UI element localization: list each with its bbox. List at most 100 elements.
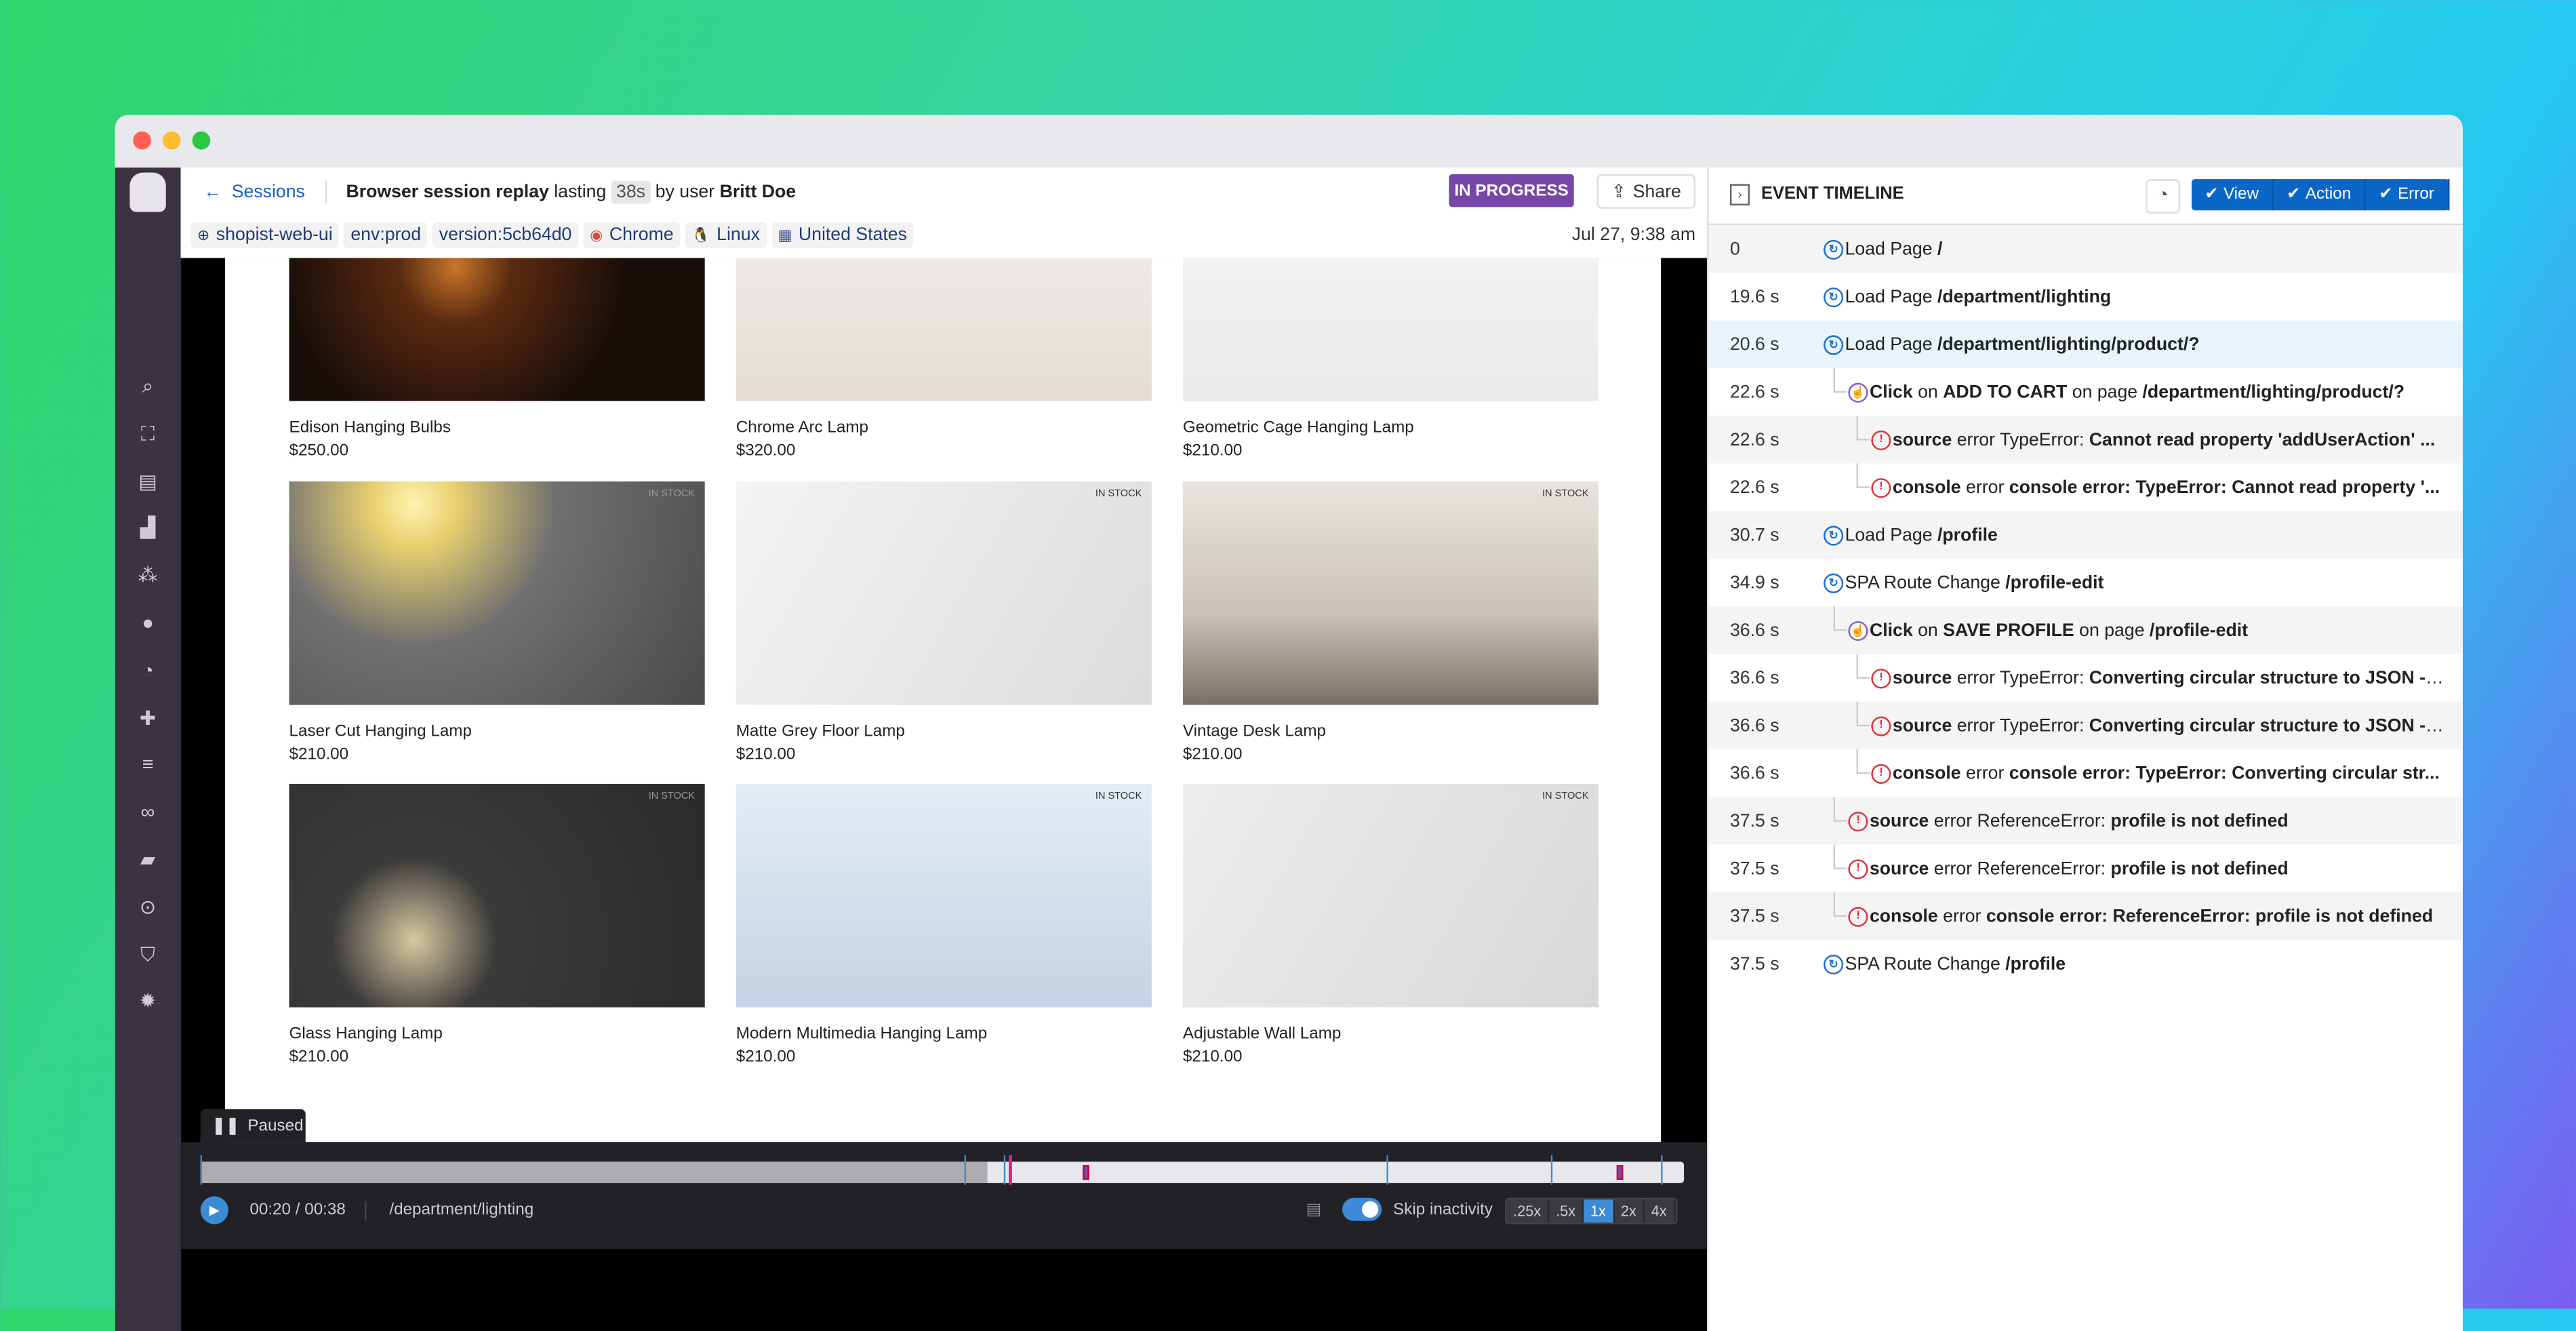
security-icon[interactable]: ⛉ xyxy=(135,941,161,968)
filter-label: Error xyxy=(2398,185,2434,204)
event-description: console error console error: ReferenceEr… xyxy=(1870,907,2447,926)
session-tag[interactable]: ⊕ shopist-web-ui xyxy=(190,222,340,248)
notebooks-icon[interactable]: ▰ xyxy=(135,846,161,873)
product-name[interactable]: Modern Multimedia Hanging Lamp xyxy=(736,1025,1152,1044)
event-marker[interactable] xyxy=(1004,1155,1007,1185)
timeline-event[interactable]: 20.6 s ↻ Load Page /department/lighting/pr… xyxy=(1708,320,2463,368)
event-marker[interactable] xyxy=(1550,1155,1552,1185)
error-icon: ! xyxy=(1871,715,1891,736)
session-tag[interactable]: 🐧 Linux xyxy=(685,222,767,248)
timeline-event[interactable]: 30.7 s ↻ Load Page /profile xyxy=(1708,511,2463,559)
timeline-event[interactable]: 37.5 s! source error ReferenceError: prof… xyxy=(1708,797,2463,845)
filter-action[interactable]: ✔ Action xyxy=(2274,179,2367,211)
product-card[interactable]: IN STOCK Modern Multimedia Hanging Lamp $2… xyxy=(736,784,1152,1067)
session-tag[interactable]: version:5cb64d0 xyxy=(432,222,579,248)
replay-viewport[interactable]: Edison Hanging Bulbs $250.00 Chrome Arc La… xyxy=(180,258,1708,1331)
product-price: $210.00 xyxy=(1182,1048,1243,1067)
filter-error[interactable]: ✔ Error xyxy=(2366,179,2449,211)
timeline-event[interactable]: 22.6 s! console error console error: Type… xyxy=(1708,463,2462,511)
error-marker[interactable] xyxy=(1083,1165,1090,1180)
dashboard-icon[interactable]: ▤ xyxy=(135,468,161,494)
apm-icon[interactable]: ◔ xyxy=(135,657,161,683)
product-image[interactable] xyxy=(1182,258,1599,401)
product-image[interactable]: IN STOCK xyxy=(1182,784,1599,1008)
product-name[interactable]: Matte Grey Floor Lamp xyxy=(736,723,1152,741)
session-tag[interactable]: ▦ United States xyxy=(771,222,914,248)
settings-icon[interactable]: ✹ xyxy=(135,988,161,1014)
timeline-event[interactable]: 19.6 s ↻ Load Page /department/lighting xyxy=(1708,273,2462,320)
timeline-event[interactable]: 22.6 s! source error TypeError: Cannot re… xyxy=(1708,416,2463,464)
product-image[interactable]: IN STOCK xyxy=(289,784,705,1008)
close-window-button[interactable] xyxy=(133,131,151,150)
synthetics-icon[interactable]: ⊙ xyxy=(135,894,161,920)
timeline-event[interactable]: 36.6 s! source error TypeError: Convertin… xyxy=(1708,701,2463,750)
play-button[interactable]: ▶ xyxy=(200,1196,228,1225)
filter-view[interactable]: ✔ View xyxy=(2192,179,2274,211)
product-name[interactable]: Adjustable Wall Lamp xyxy=(1183,1025,1598,1044)
speed-option[interactable]: .5x xyxy=(1549,1199,1584,1223)
product-card[interactable]: IN STOCK Matte Grey Floor Lamp $210.00 xyxy=(736,481,1152,764)
event-marker[interactable] xyxy=(200,1155,203,1185)
timeline-event[interactable]: 0 ↻ Load Page / xyxy=(1708,225,2463,273)
speed-option[interactable]: 1x xyxy=(1584,1199,1615,1223)
product-image[interactable]: IN STOCK xyxy=(1182,481,1599,705)
maximize-window-button[interactable] xyxy=(192,131,211,150)
timeline-event[interactable]: 36.6 s! source error TypeError: Convertin… xyxy=(1708,654,2462,702)
session-tag[interactable]: env:prod xyxy=(344,222,428,248)
event-marker[interactable] xyxy=(1662,1155,1664,1185)
product-image[interactable]: IN STOCK xyxy=(736,784,1152,1008)
timeline-event[interactable]: 22.6 s ☝ Click on ADD TO CART on page /dep… xyxy=(1708,367,2462,416)
product-name[interactable]: Glass Hanging Lamp xyxy=(289,1025,705,1044)
timeline-event[interactable]: 37.5 s! source error ReferenceError: prof… xyxy=(1708,844,2462,892)
product-name[interactable]: Geometric Cage Hanging Lamp xyxy=(1183,419,1598,437)
infrastructure-icon[interactable]: ⁂ xyxy=(135,562,161,589)
product-image[interactable] xyxy=(289,258,705,401)
search-icon[interactable]: ⌕ xyxy=(135,373,161,399)
network-icon[interactable]: ∞ xyxy=(135,799,161,825)
datadog-logo[interactable] xyxy=(129,172,166,212)
event-marker[interactable] xyxy=(1387,1155,1389,1185)
product-card[interactable]: Edison Hanging Bulbs $250.00 xyxy=(289,258,705,460)
timeline-event[interactable]: 36.6 s ☝ Click on SAVE PROFILE on page /pr… xyxy=(1708,606,2463,654)
session-tag[interactable]: ◉ Chrome xyxy=(583,222,681,248)
tree-connector xyxy=(1833,844,1847,870)
speed-option[interactable]: 4x xyxy=(1645,1199,1675,1223)
timeline-event[interactable]: 37.5 s! console error console error: Refe… xyxy=(1708,892,2463,940)
speed-option[interactable]: 2x xyxy=(1614,1199,1645,1223)
product-name[interactable]: Edison Hanging Bulbs xyxy=(289,419,705,437)
product-card[interactable]: Chrome Arc Lamp $320.00 xyxy=(736,258,1152,460)
product-card[interactable]: IN STOCK Adjustable Wall Lamp $210.00 xyxy=(1182,784,1599,1067)
timeline-event[interactable]: 36.6 s! console error console error: Type… xyxy=(1708,749,2462,797)
product-card[interactable]: IN STOCK Laser Cut Hanging Lamp $210.00 xyxy=(289,481,705,764)
product-image[interactable]: IN STOCK xyxy=(736,481,1152,705)
error-marker[interactable] xyxy=(1617,1165,1624,1180)
back-to-sessions-link[interactable]: ← Sessions xyxy=(204,182,305,202)
logs-icon[interactable]: ≡ xyxy=(135,751,161,778)
event-marker[interactable] xyxy=(964,1155,967,1185)
product-card[interactable]: Geometric Cage Hanging Lamp $210.00 xyxy=(1182,258,1599,460)
keyboard-icon[interactable]: ▤ xyxy=(1306,1201,1322,1220)
chrome-icon: ◉ xyxy=(590,226,603,243)
product-name[interactable]: Chrome Arc Lamp xyxy=(736,419,1152,437)
product-card[interactable]: IN STOCK Glass Hanging Lamp $210.00 xyxy=(289,784,705,1067)
share-button[interactable]: ⇪ Share xyxy=(1596,174,1696,209)
collapse-panel-icon[interactable]: › xyxy=(1729,184,1750,205)
monitors-icon[interactable]: ● xyxy=(135,610,161,636)
timeline-event[interactable]: 34.9 s ↻ SPA Route Change /profile-edit xyxy=(1708,559,2462,606)
timeline-event[interactable]: 37.5 s ↻ SPA Route Change /profile xyxy=(1708,940,2462,987)
product-name[interactable]: Laser Cut Hanging Lamp xyxy=(289,723,705,741)
playhead[interactable] xyxy=(1009,1155,1013,1185)
metrics-icon[interactable]: ▟ xyxy=(135,515,161,542)
product-name[interactable]: Vintage Desk Lamp xyxy=(1183,723,1598,741)
product-card[interactable]: IN STOCK Vintage Desk Lamp $210.00 xyxy=(1182,481,1599,764)
skip-inactivity-toggle[interactable] xyxy=(1342,1197,1382,1221)
binoculars-icon[interactable]: ⛶ xyxy=(135,420,161,447)
integrations-icon[interactable]: ✚ xyxy=(135,704,161,731)
product-image[interactable] xyxy=(736,258,1152,401)
product-image[interactable]: IN STOCK xyxy=(289,481,705,705)
timeline-scrubber[interactable] xyxy=(200,1155,1685,1185)
pie-chart-icon[interactable]: ◔ xyxy=(2146,179,2180,214)
error-icon: ! xyxy=(1848,810,1868,831)
speed-option[interactable]: .25x xyxy=(1506,1199,1550,1223)
minimize-window-button[interactable] xyxy=(162,131,181,150)
